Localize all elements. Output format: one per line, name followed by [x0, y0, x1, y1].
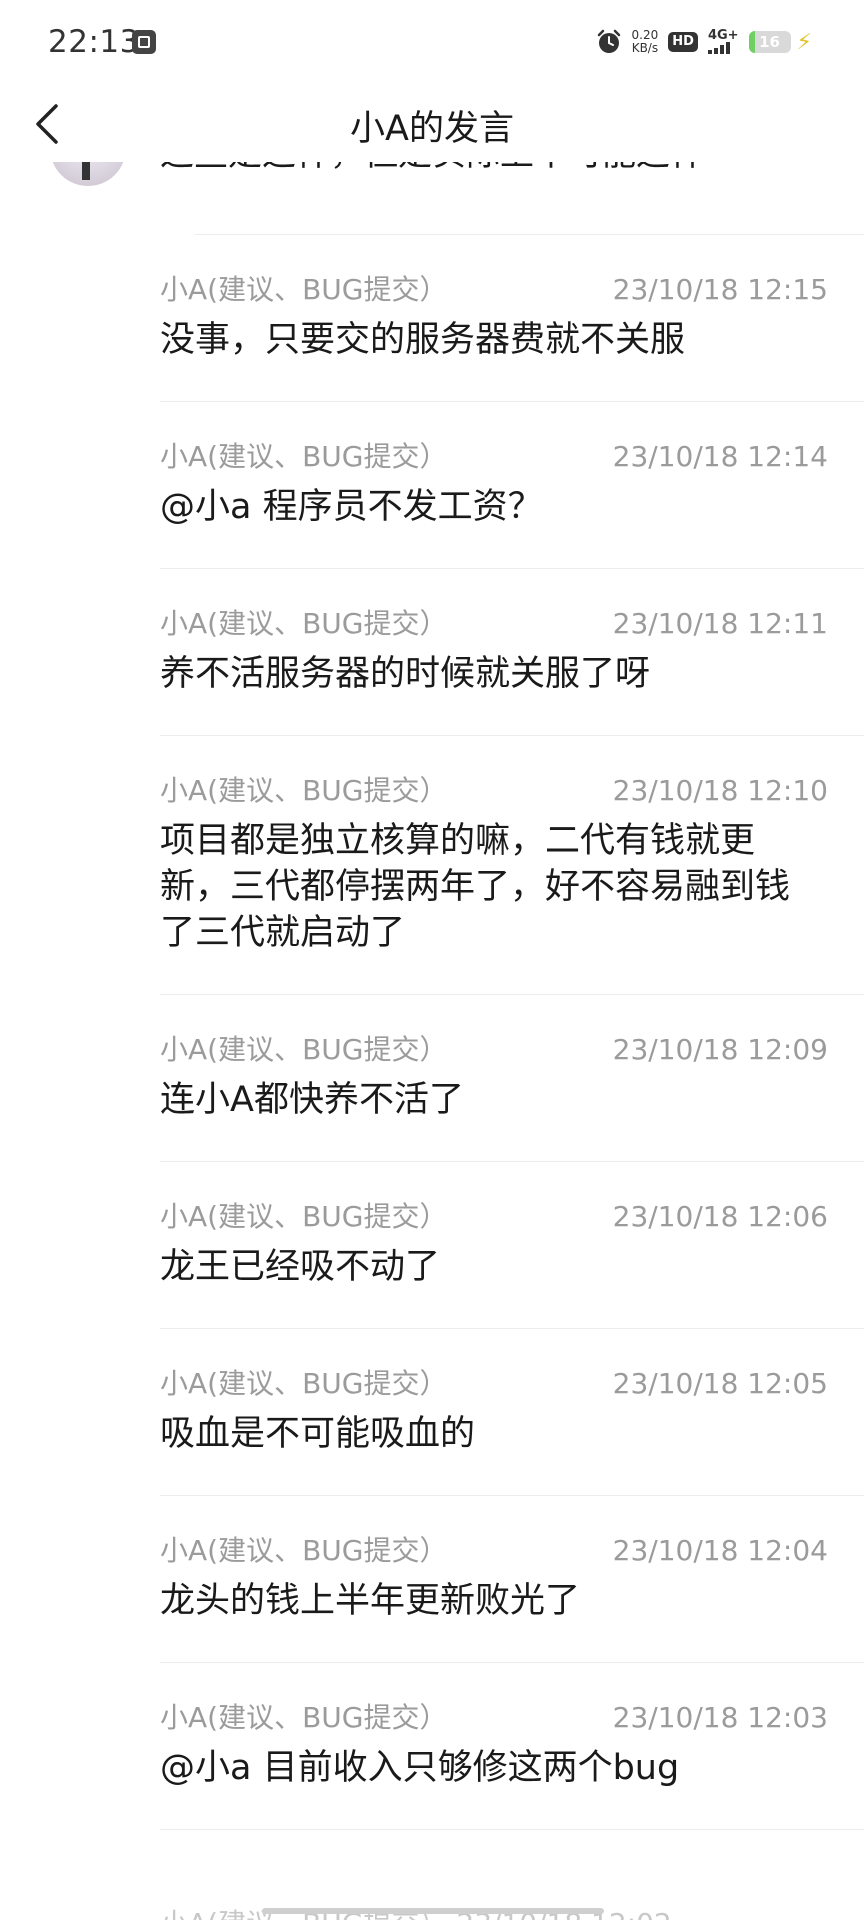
message-meta: 小A(建议、BUG提交） 23/10/18 12:06: [160, 1198, 864, 1236]
list-item[interactable]: 小A(建议、BUG提交） 23/10/18 12:09 连小A都快养不活了: [160, 995, 864, 1162]
message-list-container[interactable]: 这些是这样，但是实际上不可能这样 小A(建议、BUG提交） 23/10/18 12…: [0, 162, 864, 1920]
network-speed: 0.20 KB/s: [632, 29, 659, 55]
network-type: 4G+: [707, 28, 739, 43]
message-author[interactable]: 小A(建议、BUG提交）: [160, 605, 447, 643]
list-item[interactable]: 小A(建议、BUG提交） 23/10/18 12:10 项目都是独立核算的嘛，二代有…: [160, 736, 864, 995]
battery-level: 16: [759, 33, 780, 51]
hd-icon: HD: [668, 32, 698, 52]
list-item[interactable]: 小A(建议、BUG提交） 23/10/18 12:05 吸血是不可能吸血的: [160, 1329, 864, 1496]
message-text: 连小A都快养不活了: [160, 1080, 464, 1120]
message-meta: 小A(建议、BUG提交） 23/10/18 12:05: [160, 1365, 864, 1403]
app-notification-icon: [132, 30, 156, 54]
message-timestamp: 23/10/18 12:05: [612, 1367, 828, 1400]
message-text: @小a 目前收入只够修这两个bug: [160, 1748, 680, 1788]
message-meta: 小A(建议、BUG提交） 23/10/18 12:11: [160, 605, 864, 643]
message-timestamp: 23/10/18 12:11: [612, 607, 828, 640]
status-bar: 22:13 0.20 KB/s HD 4G+ 16 ⚡: [0, 0, 864, 84]
list-item[interactable]: 小A(建议、BUG提交） 23/10/18 12:11 养不活服务器的时候就关服了呀: [160, 569, 864, 736]
message-text: @小a 程序员不发工资？: [160, 487, 543, 527]
message-author[interactable]: 小A(建议、BUG提交）: [160, 1365, 447, 1403]
message-author[interactable]: 小A(建议、BUG提交）: [160, 1031, 447, 1069]
message-timestamp: 23/10/18 12:14: [612, 440, 828, 473]
message-list: 小A(建议、BUG提交） 23/10/18 12:15 没事，只要交的服务器费就不关…: [0, 235, 864, 1830]
list-item[interactable]: 小A(建议、BUG提交） 23/10/18 12:06 龙王已经吸不动了: [160, 1162, 864, 1329]
page-title: 小A的发言: [350, 109, 514, 149]
list-item[interactable]: 小A(建议、BUG提交） 23/10/18 12:03 @小a 目前收入只够修这两个…: [160, 1663, 864, 1830]
message-timestamp: 23/10/18 12:06: [612, 1200, 828, 1233]
message-meta: 小A(建议、BUG提交） 23/10/18 12:09: [160, 1031, 864, 1069]
message-text: 没事，只要交的服务器费就不关服: [160, 320, 686, 360]
message-author[interactable]: 小A(建议、BUG提交）: [160, 1699, 447, 1737]
message-meta: 小A(建议、BUG提交） 23/10/18 12:04: [160, 1532, 864, 1570]
message-timestamp: 23/10/18 12:15: [612, 273, 828, 306]
message-meta: 小A(建议、BUG提交） 23/10/18 12:15: [160, 271, 864, 309]
charging-icon: ⚡: [796, 29, 812, 55]
navigation-bar: 小A的发言: [0, 84, 864, 162]
message-text: 龙王已经吸不动了: [160, 1247, 441, 1287]
signal-icon: 4G+: [707, 28, 739, 54]
list-item[interactable]: 小A(建议、BUG提交） 23/10/18 12:14 @小a 程序员不发工资？: [160, 402, 864, 569]
alarm-icon: [597, 29, 620, 53]
message-meta: 小A(建议、BUG提交） 23/10/18 12:10: [160, 772, 864, 810]
message-meta: 小A(建议、BUG提交） 23/10/18 12:03: [160, 1699, 864, 1737]
status-time: 22:13: [48, 24, 140, 60]
list-item[interactable]: 小A(建议、BUG提交） 23/10/18 12:04 龙头的钱上半年更新败光了: [160, 1496, 864, 1663]
message-timestamp: 23/10/18 12:03: [612, 1701, 828, 1734]
message-author[interactable]: 小A(建议、BUG提交）: [160, 772, 447, 810]
battery-fill: [748, 31, 756, 53]
message-timestamp: 23/10/18 12:04: [612, 1534, 828, 1567]
clipped-message-text: 这些是这样，但是实际上不可能这样: [160, 162, 704, 175]
network-speed-unit: KB/s: [631, 41, 659, 55]
avatar[interactable]: [50, 162, 126, 186]
message-author[interactable]: 小A(建议、BUG提交）: [160, 1198, 447, 1236]
message-meta: 小A(建议、BUG提交） 23/10/18 12:14: [160, 438, 864, 476]
scrollbar[interactable]: [262, 1908, 604, 1914]
message-timestamp: 23/10/18 12:10: [612, 774, 828, 807]
battery-icon: 16: [748, 31, 791, 53]
message-text: 龙头的钱上半年更新败光了: [160, 1581, 581, 1621]
list-item[interactable]: 小A(建议、BUG提交） 23/10/18 12:15 没事，只要交的服务器费就不关…: [160, 235, 864, 402]
message-author[interactable]: 小A(建议、BUG提交）: [160, 271, 447, 309]
message-author[interactable]: 小A(建议、BUG提交）: [160, 438, 447, 476]
message-text: 项目都是独立核算的嘛，二代有钱就更新，三代都停摆两年了，好不容易融到钱了三代就启…: [160, 821, 791, 953]
message-text: 养不活服务器的时候就关服了呀: [160, 654, 651, 694]
message-author[interactable]: 小A(建议、BUG提交）: [160, 1532, 447, 1570]
message-timestamp: 23/10/18 12:09: [612, 1033, 828, 1066]
message-text: 吸血是不可能吸血的: [160, 1414, 476, 1454]
status-icons: 0.20 KB/s HD 4G+ 16 ⚡: [596, 22, 812, 62]
